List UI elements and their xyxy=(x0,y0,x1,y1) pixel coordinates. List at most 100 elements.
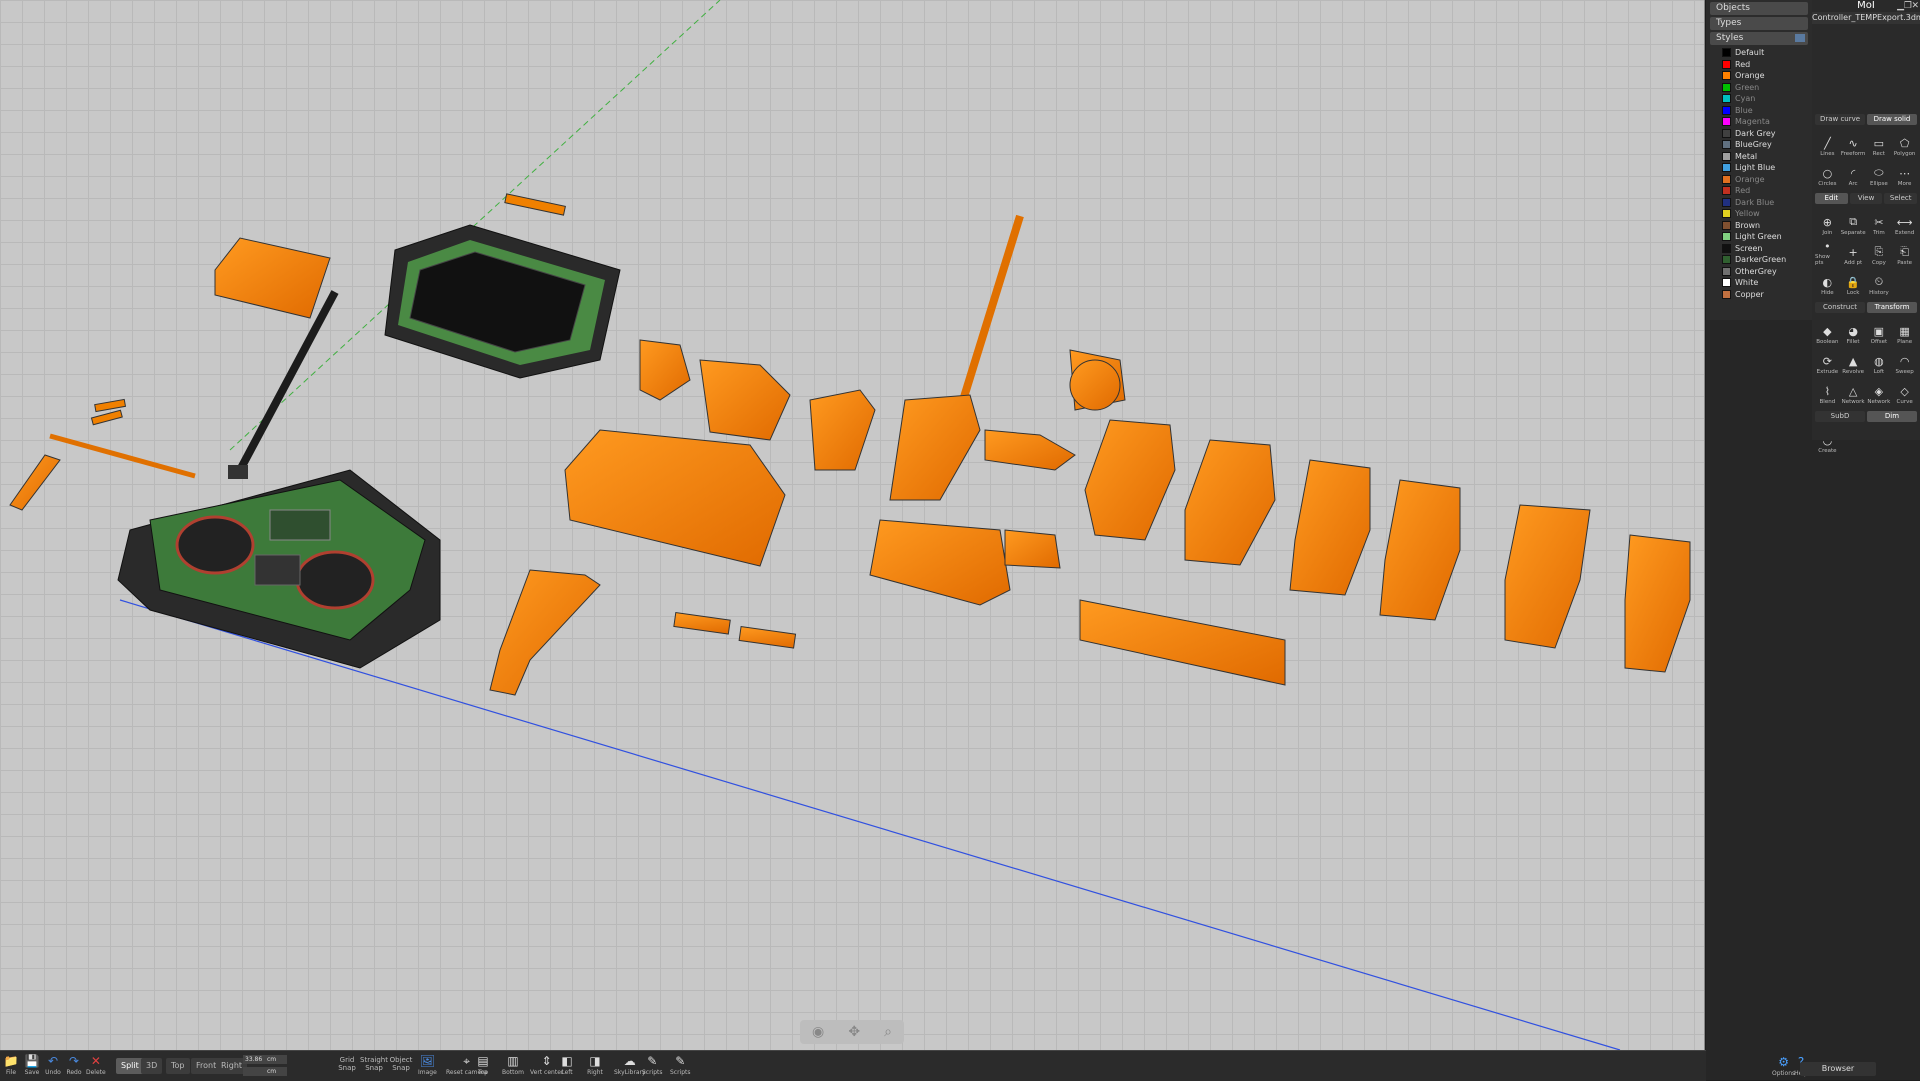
style-row[interactable]: Copper xyxy=(1706,289,1812,301)
style-swatch[interactable] xyxy=(1722,266,1731,276)
style-swatch[interactable] xyxy=(1722,140,1731,150)
tool-create[interactable]: ◡ Create xyxy=(1815,426,1840,455)
tool-network[interactable]: ◈ Network xyxy=(1867,377,1892,406)
tool-circles[interactable]: ○ Circles xyxy=(1815,159,1840,188)
snap-straight-snap[interactable]: Straight Snap xyxy=(360,1056,388,1072)
style-row[interactable]: BlueGrey xyxy=(1706,139,1812,151)
styles-edit-icon[interactable] xyxy=(1795,34,1805,42)
style-swatch[interactable] xyxy=(1722,105,1731,115)
tool-arc[interactable]: ◜ Arc xyxy=(1841,159,1866,188)
style-row[interactable]: Default xyxy=(1706,47,1812,59)
style-row[interactable]: Screen xyxy=(1706,243,1812,255)
style-row[interactable]: Orange xyxy=(1706,174,1812,186)
3d-viewport[interactable]: ◉ ✥ ⌕ xyxy=(0,0,1705,1050)
style-swatch[interactable] xyxy=(1722,71,1731,81)
tool-show-pts[interactable]: • Show pts xyxy=(1815,238,1840,267)
bottom-tool-top[interactable]: ▤ Top xyxy=(474,1053,492,1076)
style-swatch[interactable] xyxy=(1722,255,1731,265)
grid-unit1[interactable]: cm xyxy=(265,1055,287,1064)
style-swatch[interactable] xyxy=(1722,117,1731,127)
style-row[interactable]: Orange xyxy=(1706,70,1812,82)
section-objects[interactable]: Objects xyxy=(1710,2,1808,15)
bottom-tool-scripts[interactable]: ✎ Scripts xyxy=(670,1053,691,1076)
style-swatch[interactable] xyxy=(1722,278,1731,288)
tab-dim[interactable]: Dim xyxy=(1867,411,1917,422)
style-swatch[interactable] xyxy=(1722,232,1731,242)
tab-edit[interactable]: Edit xyxy=(1815,193,1848,204)
viewport-nav-controls[interactable]: ◉ ✥ ⌕ xyxy=(800,1020,904,1044)
bottom-tool-right[interactable]: ◨ Right xyxy=(586,1053,604,1076)
tool-hide[interactable]: ◐ Hide xyxy=(1815,268,1840,297)
style-swatch[interactable] xyxy=(1722,197,1731,207)
tool-extend[interactable]: ⟷ Extend xyxy=(1892,208,1917,237)
tab-draw-solid[interactable]: Draw solid xyxy=(1867,114,1917,125)
tool-copy[interactable]: ⎘ Copy xyxy=(1867,238,1892,266)
style-row[interactable]: Yellow xyxy=(1706,208,1812,220)
tool-history[interactable]: ⏲ History xyxy=(1867,268,1892,296)
tab-select[interactable]: Select xyxy=(1884,193,1918,204)
tool-rect[interactable]: ▭ Rect xyxy=(1867,129,1892,158)
tool-network[interactable]: △ Network xyxy=(1841,377,1866,406)
style-row[interactable]: DarkerGreen xyxy=(1706,254,1812,266)
tool-polygon[interactable]: ⬠ Polygon xyxy=(1892,129,1917,158)
style-swatch[interactable] xyxy=(1722,128,1731,138)
style-swatch[interactable] xyxy=(1722,94,1731,104)
snap-grid-snap[interactable]: Grid Snap xyxy=(334,1056,360,1072)
close-icon[interactable]: ✕ xyxy=(1911,1,1919,11)
tool-lock[interactable]: 🔒 Lock xyxy=(1841,268,1866,297)
bottom-tool-undo[interactable]: ↶ Undo xyxy=(44,1053,62,1076)
style-row[interactable]: Brown xyxy=(1706,220,1812,232)
style-swatch[interactable] xyxy=(1722,48,1731,58)
bottom-tool-file[interactable]: 📁 File xyxy=(2,1053,20,1076)
tool-freeform[interactable]: ∿ Freeform xyxy=(1841,129,1866,158)
section-styles[interactable]: Styles xyxy=(1710,32,1808,45)
tab-draw-curve[interactable]: Draw curve xyxy=(1815,114,1865,125)
style-swatch[interactable] xyxy=(1722,243,1731,253)
style-swatch[interactable] xyxy=(1722,151,1731,161)
pan-icon[interactable]: ✥ xyxy=(848,1024,860,1040)
style-swatch[interactable] xyxy=(1722,186,1731,196)
grid-unit2[interactable]: cm xyxy=(265,1067,287,1076)
style-row[interactable]: Light Green xyxy=(1706,231,1812,243)
style-swatch[interactable] xyxy=(1722,209,1731,219)
tool-paste[interactable]: ⎗ Paste xyxy=(1892,238,1917,266)
orbit-icon[interactable]: ◉ xyxy=(812,1024,824,1040)
tool-add-pt[interactable]: + Add pt xyxy=(1841,238,1866,267)
style-row[interactable]: Dark Grey xyxy=(1706,128,1812,140)
tool-trim[interactable]: ✂ Trim xyxy=(1867,208,1892,237)
tab-view[interactable]: View xyxy=(1849,193,1883,204)
tool-separate[interactable]: ⧉ Separate xyxy=(1841,208,1866,236)
style-row[interactable]: Red xyxy=(1706,59,1812,71)
style-row[interactable]: Green xyxy=(1706,82,1812,94)
style-row[interactable]: Blue xyxy=(1706,105,1812,117)
zoom-icon[interactable]: ⌕ xyxy=(884,1024,892,1040)
tool-boolean[interactable]: ◆ Boolean xyxy=(1815,317,1840,346)
bottom-tool-scripts[interactable]: ✎ Scripts xyxy=(642,1053,663,1076)
tool-offset[interactable]: ▣ Offset xyxy=(1867,317,1892,346)
style-row[interactable]: Magenta xyxy=(1706,116,1812,128)
tool-more[interactable]: ⋯ More xyxy=(1892,159,1917,188)
tool-curve[interactable]: ◇ Curve xyxy=(1892,377,1917,406)
bottom-tool-image[interactable]: 🖼 Image xyxy=(418,1053,437,1076)
tab-transform[interactable]: Transform xyxy=(1867,302,1917,313)
style-row[interactable]: OtherGrey xyxy=(1706,266,1812,278)
bottom-tool-left[interactable]: ◧ Left xyxy=(558,1053,576,1076)
tool-sweep[interactable]: ◠ Sweep xyxy=(1892,347,1917,376)
tab-subd[interactable]: SubD xyxy=(1815,411,1865,422)
view-button-3d[interactable]: 3D xyxy=(141,1058,163,1074)
style-swatch[interactable] xyxy=(1722,82,1731,92)
bottom-tool-skylibrary[interactable]: ☁ SkyLibrary xyxy=(614,1053,646,1076)
tool-ellipse[interactable]: ⬭ Ellipse xyxy=(1867,159,1892,187)
tool-join[interactable]: ⊕ Join xyxy=(1815,208,1840,237)
style-swatch[interactable] xyxy=(1722,174,1731,184)
style-swatch[interactable] xyxy=(1722,163,1731,173)
bottom-tool-delete[interactable]: ✕ Delete xyxy=(86,1053,106,1076)
snap-object-snap[interactable]: Object Snap xyxy=(388,1056,414,1072)
tool-fillet[interactable]: ◕ Fillet xyxy=(1841,317,1866,346)
browser-toggle-button[interactable]: Browser xyxy=(1800,1062,1876,1076)
tab-construct[interactable]: Construct xyxy=(1815,302,1865,313)
style-row[interactable]: Cyan xyxy=(1706,93,1812,105)
tool-extrude[interactable]: ⟳ Extrude xyxy=(1815,347,1840,376)
view-button-split[interactable]: Split xyxy=(116,1058,144,1074)
grid-value1[interactable]: 33.86 xyxy=(243,1055,267,1064)
